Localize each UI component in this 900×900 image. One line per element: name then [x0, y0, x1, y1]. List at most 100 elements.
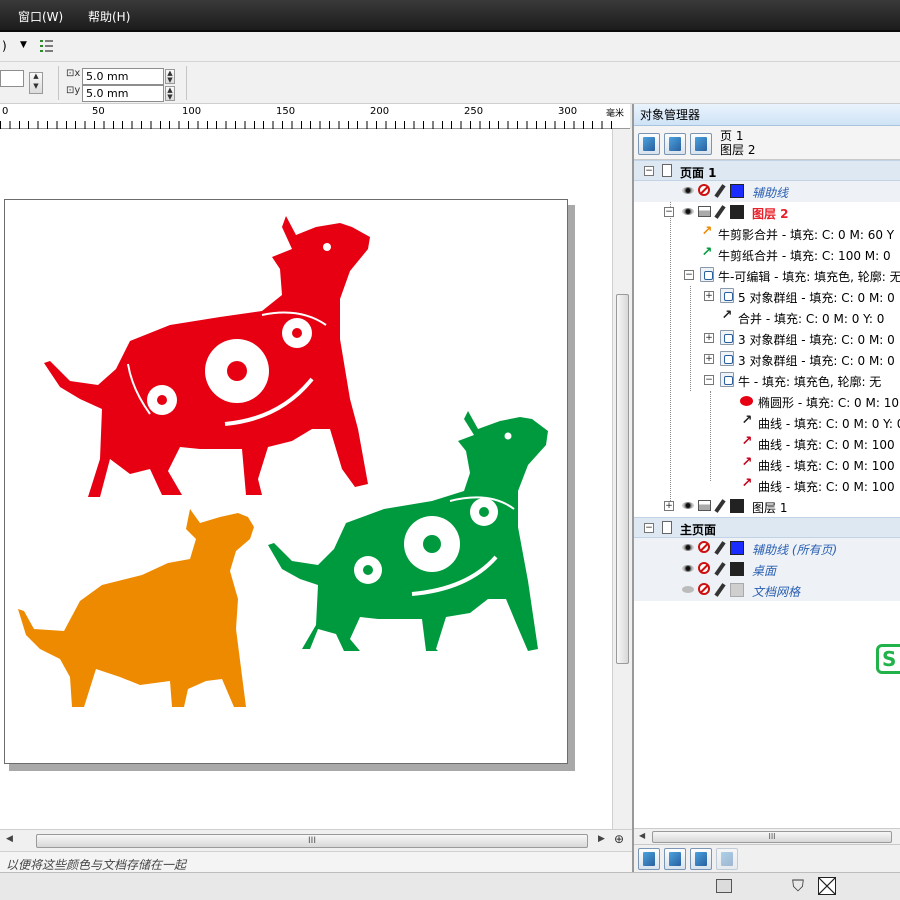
- expand-icon[interactable]: +: [704, 291, 714, 301]
- horizontal-ruler[interactable]: 0 50 100 150 200 250 300 毫米: [0, 104, 630, 129]
- orange-ox-silhouette[interactable]: [18, 509, 254, 707]
- tree-row-group[interactable]: + 3 对象群组 - 填充: C: 0 M: 0: [634, 349, 900, 370]
- nudge-x-spinner[interactable]: ▲ ▼: [165, 69, 175, 84]
- ruler-label-50: 50: [92, 106, 105, 117]
- scroll-left-icon[interactable]: ◀: [639, 831, 645, 840]
- new-master-layer-icon[interactable]: [664, 848, 686, 870]
- collapse-icon[interactable]: −: [664, 207, 674, 217]
- tree-row-guides[interactable]: 辅助线: [634, 181, 900, 202]
- scroll-right-icon[interactable]: ▶: [598, 834, 605, 844]
- tree-row-object[interactable]: ↗ 合并 - 填充: C: 0 M: 0 Y: 0: [634, 307, 900, 328]
- layer-color-swatch[interactable]: [730, 541, 744, 555]
- tree-label: 辅助线: [752, 186, 789, 200]
- layer-color-swatch[interactable]: [730, 184, 744, 198]
- expand-icon[interactable]: +: [664, 501, 674, 511]
- artwork[interactable]: [0, 129, 612, 829]
- tree-row-object[interactable]: ↗ 牛剪纸合并 - 填充: C: 100 M: 0: [634, 244, 900, 265]
- tree-row-master-guides[interactable]: 辅助线 (所有页): [634, 538, 900, 559]
- zoom-dropdown-arrow-icon[interactable]: ▼: [20, 40, 27, 50]
- nudge-y-field[interactable]: 5.0 mm: [82, 85, 164, 102]
- partial-spinner[interactable]: ▲ ▼: [29, 72, 43, 94]
- red-ox-papercut[interactable]: [44, 216, 370, 497]
- vertical-scroll-thumb[interactable]: [616, 294, 629, 664]
- eye-icon[interactable]: [682, 208, 694, 215]
- tree-row-layer2[interactable]: − 图层 2: [634, 202, 900, 223]
- tree-label: 曲线 - 填充: C: 0 M: 100: [758, 459, 895, 473]
- collapse-icon[interactable]: −: [704, 375, 714, 385]
- tree-row-document-grid[interactable]: 文档网格: [634, 580, 900, 601]
- no-print-icon[interactable]: [698, 184, 710, 196]
- drawing-canvas[interactable]: [0, 129, 612, 829]
- menu-help[interactable]: 帮助(H): [88, 8, 130, 25]
- toolbar-divider: [58, 66, 59, 100]
- no-print-icon[interactable]: [698, 583, 710, 595]
- eye-icon[interactable]: [682, 565, 694, 572]
- edit-across-layers-icon[interactable]: [664, 133, 686, 155]
- zoom-navigator-icon[interactable]: ⊕: [614, 832, 624, 846]
- tree-row-master-page[interactable]: − 主页面: [634, 517, 900, 538]
- tree-row-layer1[interactable]: + 图层 1: [634, 496, 900, 517]
- tree-row-object[interactable]: ↗ 曲线 - 填充: C: 0 M: 100: [634, 433, 900, 454]
- tree-row-group[interactable]: − 牛-可编辑 - 填充: 填充色, 轮廓: 无: [634, 265, 900, 286]
- logo-s-icon: S: [876, 644, 900, 674]
- fill-bucket-icon[interactable]: ⛉: [792, 876, 804, 896]
- pencil-icon[interactable]: [714, 562, 726, 576]
- docker-scroll-thumb[interactable]: III: [652, 831, 892, 843]
- menu-bar: 窗口(W) 帮助(H): [0, 0, 900, 32]
- partial-field[interactable]: [0, 70, 24, 87]
- printer-icon[interactable]: [698, 500, 711, 511]
- collapse-icon[interactable]: −: [684, 270, 694, 280]
- pencil-icon[interactable]: [714, 583, 726, 597]
- layer-color-swatch[interactable]: [730, 562, 744, 576]
- layer-color-swatch[interactable]: [730, 499, 744, 513]
- menu-window[interactable]: 窗口(W): [18, 8, 63, 25]
- property-bar: ▲ ▼ ⊡x 5.0 mm ▲ ▼ ⊡y 5.0 mm ▲ ▼: [0, 62, 900, 104]
- eye-icon[interactable]: [682, 502, 694, 509]
- pencil-icon[interactable]: [714, 499, 726, 513]
- tree-row-page1[interactable]: − 页面 1: [634, 160, 900, 181]
- show-properties-icon[interactable]: [638, 133, 660, 155]
- nudge-x-field[interactable]: 5.0 mm: [82, 68, 164, 85]
- pencil-icon[interactable]: [714, 205, 726, 219]
- canvas-vertical-scrollbar[interactable]: [612, 129, 632, 829]
- expand-icon[interactable]: +: [704, 354, 714, 364]
- delete-icon[interactable]: [716, 848, 738, 870]
- tree-row-object[interactable]: ↗ 曲线 - 填充: C: 0 M: 100: [634, 475, 900, 496]
- group-icon: [720, 372, 734, 387]
- eye-hidden-icon[interactable]: [682, 586, 694, 593]
- expand-icon[interactable]: +: [704, 333, 714, 343]
- layer-color-swatch[interactable]: [730, 205, 744, 219]
- no-print-icon[interactable]: [698, 562, 710, 574]
- layer-manager-view-icon[interactable]: [690, 133, 712, 155]
- printer-icon[interactable]: [698, 206, 711, 217]
- eye-icon[interactable]: [682, 187, 694, 194]
- horizontal-scroll-thumb[interactable]: III: [36, 834, 588, 848]
- tree-row-group[interactable]: + 3 对象群组 - 填充: C: 0 M: 0: [634, 328, 900, 349]
- tree-row-object[interactable]: ↗ 曲线 - 填充: C: 0 M: 0 Y: 0: [634, 412, 900, 433]
- docker-horizontal-scrollbar[interactable]: ◀ III: [634, 828, 900, 844]
- nudge-y-spinner[interactable]: ▲ ▼: [165, 86, 175, 101]
- options-list-icon[interactable]: [38, 38, 54, 54]
- tree-row-group[interactable]: − 牛 - 填充: 填充色, 轮廓: 无: [634, 370, 900, 391]
- eye-icon[interactable]: [682, 544, 694, 551]
- tree-row-object[interactable]: 椭圆形 - 填充: C: 0 M: 10: [634, 391, 900, 412]
- layer-color-swatch[interactable]: [730, 583, 744, 597]
- nudge-y-icon: ⊡y: [66, 85, 81, 96]
- pencil-icon[interactable]: [714, 541, 726, 555]
- tree-row-object[interactable]: ↗ 牛剪影合并 - 填充: C: 0 M: 60 Y: [634, 223, 900, 244]
- page-icon: [662, 164, 672, 177]
- green-ox-papercut[interactable]: [268, 411, 548, 651]
- collapse-icon[interactable]: −: [644, 166, 654, 176]
- pencil-icon[interactable]: [714, 184, 726, 198]
- scroll-left-icon[interactable]: ◀: [6, 834, 13, 844]
- no-fill-icon[interactable]: [818, 877, 836, 895]
- no-print-icon[interactable]: [698, 541, 710, 553]
- new-layer-icon[interactable]: [638, 848, 660, 870]
- tree-row-desktop[interactable]: 桌面: [634, 559, 900, 580]
- canvas-horizontal-scrollbar[interactable]: ◀ III ▶ ⊕: [0, 829, 632, 851]
- new-master-layer-all-pages-icon[interactable]: [690, 848, 712, 870]
- collapse-icon[interactable]: −: [644, 523, 654, 533]
- tree-row-object[interactable]: ↗ 曲线 - 填充: C: 0 M: 100: [634, 454, 900, 475]
- tree-row-group[interactable]: + 5 对象群组 - 填充: C: 0 M: 0: [634, 286, 900, 307]
- color-proof-icon[interactable]: [716, 879, 732, 893]
